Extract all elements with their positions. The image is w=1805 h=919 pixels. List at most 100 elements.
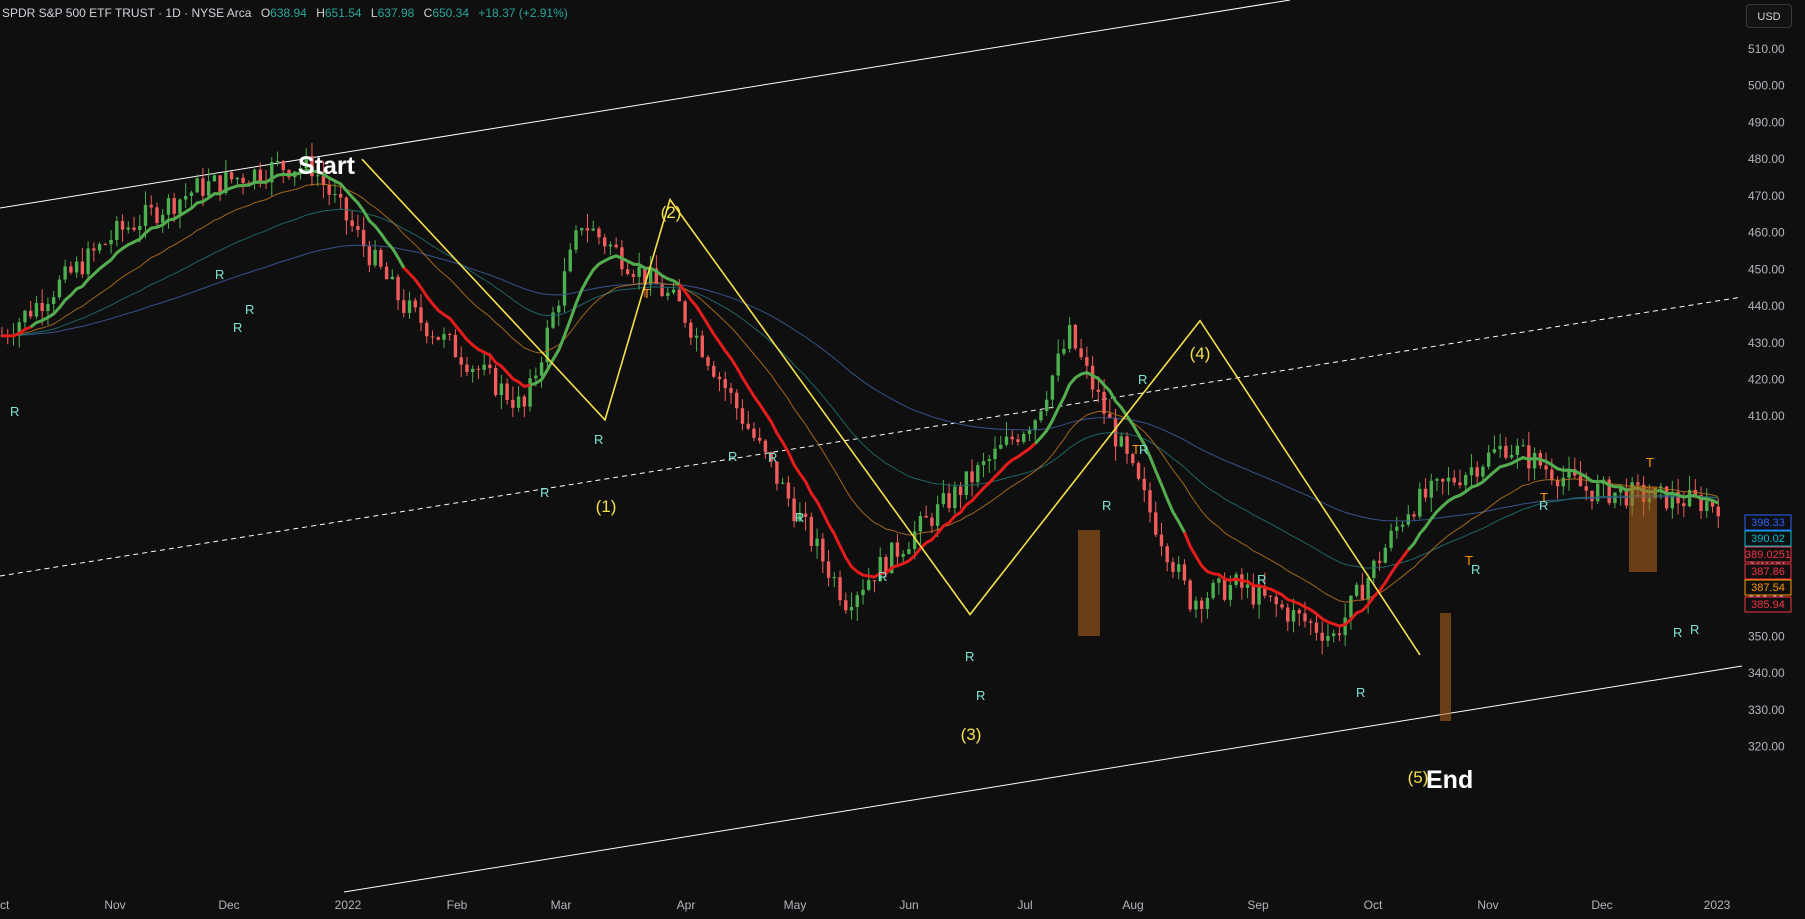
candle-body bbox=[976, 465, 980, 483]
candle-body bbox=[34, 303, 39, 317]
candle-body bbox=[1418, 488, 1422, 517]
change-value: +18.37 (+2.91%) bbox=[478, 6, 568, 20]
x-axis-tick-11: Sep bbox=[1247, 898, 1269, 912]
candle-body bbox=[735, 392, 739, 409]
candle-body bbox=[1366, 577, 1370, 600]
candle-body bbox=[1205, 597, 1210, 609]
y-axis-tick-5: 460.00 bbox=[1748, 226, 1785, 240]
candle-body bbox=[367, 246, 372, 266]
x-axis-tick-13: Nov bbox=[1477, 898, 1498, 912]
candle-body bbox=[29, 310, 33, 317]
candle-body bbox=[1423, 488, 1428, 498]
signal-r-14: R bbox=[1356, 685, 1365, 700]
start-label: Start bbox=[298, 152, 356, 180]
candle-body bbox=[218, 175, 222, 193]
candle-body bbox=[821, 538, 825, 562]
candle-body bbox=[109, 239, 113, 245]
candle-body bbox=[1033, 420, 1037, 431]
y-axis-tick-3: 480.00 bbox=[1748, 152, 1785, 166]
signal-r-11: R bbox=[976, 688, 985, 703]
signal-r-1: R bbox=[215, 267, 224, 282]
candle-body bbox=[69, 266, 73, 273]
candle-body bbox=[229, 172, 234, 180]
x-axis-tick-6: Apr bbox=[677, 898, 696, 912]
candle-body bbox=[832, 577, 836, 579]
candle-body bbox=[597, 228, 601, 238]
y-axis-tick-13: 350.00 bbox=[1748, 630, 1785, 644]
signal-t-2: T bbox=[1540, 490, 1548, 505]
candle-body bbox=[1245, 584, 1250, 588]
candle-body bbox=[631, 274, 636, 277]
candle-body bbox=[1142, 478, 1146, 491]
channel-mid-line bbox=[0, 296, 1743, 577]
candle-body bbox=[172, 198, 176, 214]
x-axis-tick-9: Jul bbox=[1017, 898, 1032, 912]
signal-r-8: R bbox=[795, 510, 804, 525]
candle-body bbox=[379, 249, 383, 267]
currency-button[interactable]: USD bbox=[1746, 4, 1792, 28]
symbol-name[interactable]: SPDR S&P 500 ETF TRUST bbox=[2, 6, 155, 20]
wave-label-4: (4) bbox=[1190, 344, 1211, 363]
candle-body bbox=[499, 383, 504, 396]
ma-orange-line bbox=[1, 183, 1719, 603]
candle-body bbox=[1096, 389, 1101, 392]
low-value: 637.98 bbox=[377, 6, 415, 20]
candle-body bbox=[1395, 526, 1399, 531]
interval[interactable]: 1D bbox=[165, 6, 180, 20]
y-axis-tick-15: 330.00 bbox=[1748, 703, 1785, 717]
price-tag-1: 390.02 bbox=[1751, 533, 1785, 545]
candle-body bbox=[74, 261, 79, 273]
x-axis-tick-3: 2022 bbox=[335, 898, 362, 912]
candle-body bbox=[1705, 501, 1709, 511]
candle-body bbox=[1251, 584, 1256, 605]
signal-box-1 bbox=[1440, 613, 1451, 721]
price-chart[interactable]: 510.00 500.00 490.00 480.00 470.00 460.00 450.… bbox=[0, 0, 1805, 919]
candle-body bbox=[1509, 454, 1514, 458]
candle-body bbox=[419, 307, 423, 323]
candle-body bbox=[206, 181, 211, 196]
candle-body bbox=[195, 178, 199, 193]
candle-body bbox=[757, 437, 762, 441]
candle-body bbox=[901, 553, 905, 557]
candle-body bbox=[867, 580, 871, 590]
candle-body bbox=[138, 225, 142, 230]
signal-r-19: R bbox=[1102, 498, 1111, 513]
candle-body bbox=[201, 178, 205, 196]
candle-body bbox=[1687, 489, 1692, 507]
candle-body bbox=[1039, 411, 1043, 421]
candle-body bbox=[763, 440, 768, 453]
candle-body bbox=[390, 276, 395, 280]
chart-area[interactable]: 510.00 500.00 490.00 480.00 470.00 460.00 450.… bbox=[0, 0, 1805, 919]
candle-body bbox=[1286, 607, 1290, 622]
signal-r-10: R bbox=[965, 649, 974, 664]
price-tag-4: 387.54 bbox=[1751, 582, 1785, 594]
candle-body bbox=[1073, 324, 1078, 349]
candle-body bbox=[178, 199, 182, 214]
candle-body bbox=[1377, 560, 1382, 563]
candle-body bbox=[803, 513, 808, 517]
open-label: O bbox=[260, 6, 271, 20]
x-axis-tick-12: Oct bbox=[1364, 898, 1383, 912]
candle-body bbox=[482, 364, 486, 370]
price-tag-2: 389.0251 bbox=[1745, 549, 1791, 561]
candle-body bbox=[1268, 595, 1273, 597]
candle-body bbox=[453, 334, 458, 358]
candle-body bbox=[448, 334, 452, 336]
x-axis-tick-4: Feb bbox=[447, 898, 468, 912]
candle-body bbox=[1544, 465, 1548, 470]
candle-body bbox=[493, 368, 498, 396]
candle-body bbox=[1372, 560, 1376, 578]
candle-body bbox=[964, 471, 969, 495]
candle-body bbox=[551, 312, 555, 328]
candle-body bbox=[1349, 595, 1353, 618]
price-tag-3: 387.86 bbox=[1751, 566, 1785, 578]
y-axis-tick-8: 430.00 bbox=[1748, 336, 1785, 350]
candle-body bbox=[935, 504, 940, 526]
y-axis-tick-2: 490.00 bbox=[1748, 115, 1785, 129]
candle-body bbox=[1400, 524, 1405, 527]
candle-body bbox=[149, 204, 153, 208]
candle-body bbox=[1067, 324, 1072, 349]
candle-body bbox=[999, 444, 1003, 449]
signal-t-4: T bbox=[1465, 553, 1473, 568]
candle-body bbox=[189, 192, 194, 196]
